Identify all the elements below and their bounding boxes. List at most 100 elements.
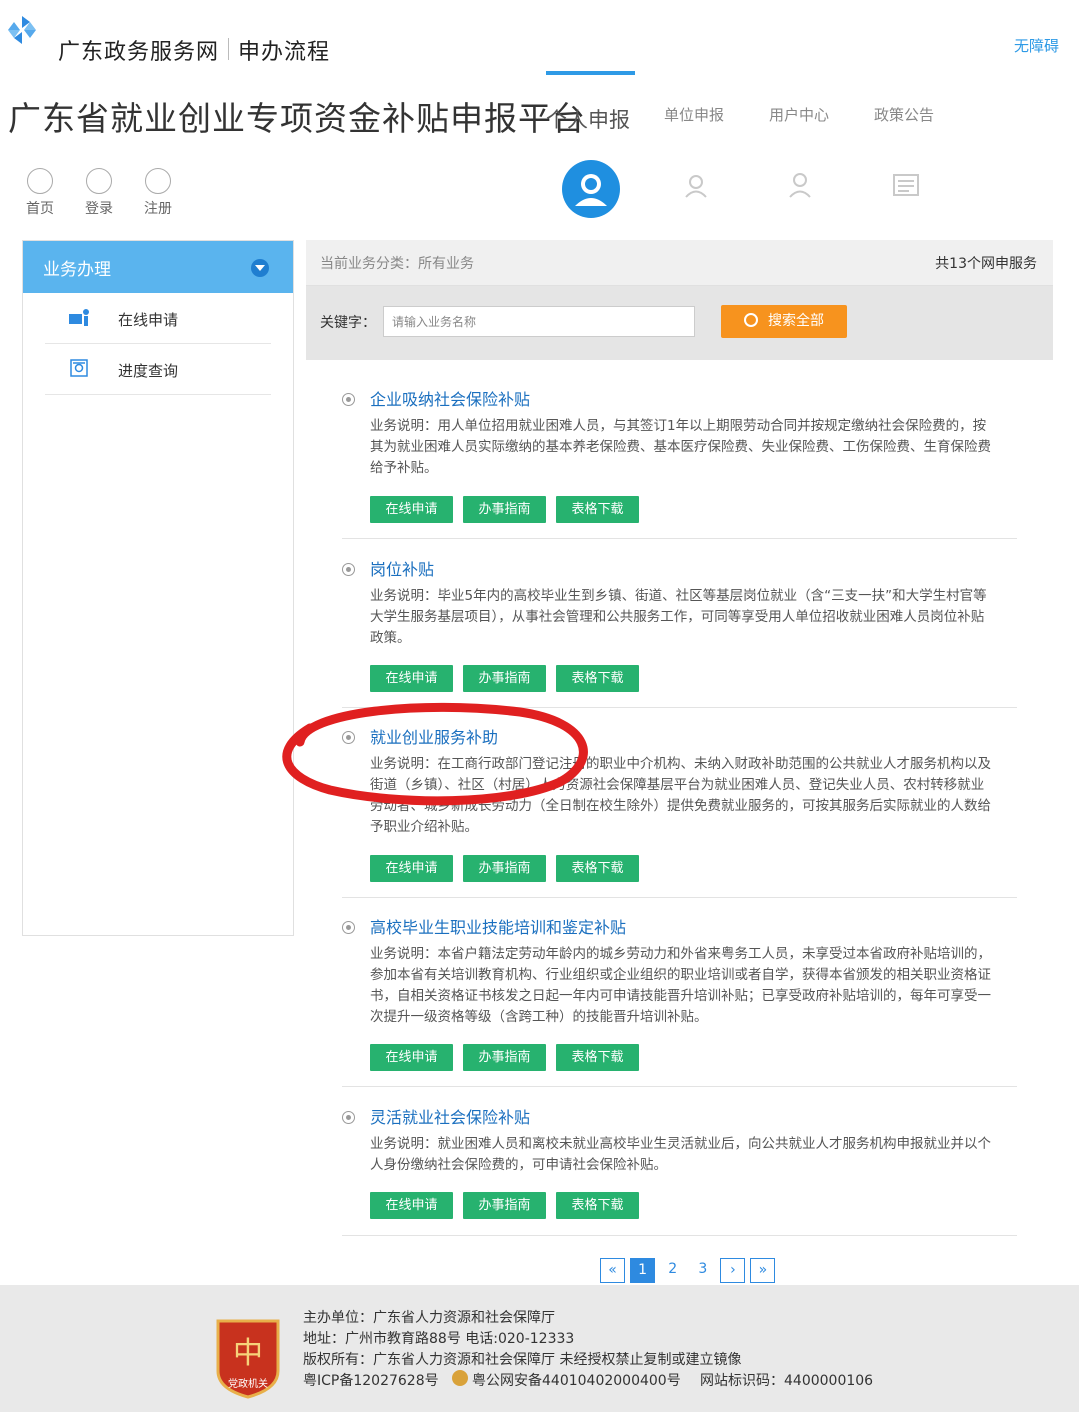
quick-link-label: 注册 xyxy=(144,201,172,217)
service-title[interactable]: 企业吸纳社会保险补贴 xyxy=(370,386,530,410)
service-description: 业务说明：在工商行政部门登记注册的职业中介机构、未纳入财政补助范围的公共就业人才… xyxy=(370,756,991,835)
guide-button[interactable]: 办事指南 xyxy=(463,496,546,523)
pager-next-button[interactable]: › xyxy=(720,1258,746,1283)
quick-link-register[interactable]: 注册 xyxy=(138,168,178,218)
guide-button[interactable]: 办事指南 xyxy=(463,1192,546,1219)
apply-online-button[interactable]: 在线申请 xyxy=(370,1044,453,1071)
pager-page-2[interactable]: 2 xyxy=(660,1258,685,1283)
active-tab-indicator xyxy=(546,71,635,75)
service-actions: 在线申请 办事指南 表格下载 xyxy=(370,496,649,523)
service-actions: 在线申请 办事指南 表格下载 xyxy=(370,665,649,692)
search-button[interactable]: 搜索全部 xyxy=(721,305,847,338)
site-name[interactable]: 广东政务服务网 xyxy=(58,34,219,66)
service-item: 灵活就业社会保险补贴 业务说明：就业困难人员和离校未就业高校毕业生灵活就业后，向… xyxy=(342,1104,1017,1236)
pagination: « 1 2 3 › » xyxy=(600,1258,776,1283)
service-item: 高校毕业生职业技能培训和鉴定补贴 业务说明：本省户籍法定劳动年龄内的城乡劳动力和… xyxy=(342,914,1017,1087)
service-title[interactable]: 就业创业服务补助 xyxy=(370,724,498,748)
quick-link-login[interactable]: 登录 xyxy=(79,168,119,218)
tab-user-center[interactable]: 用户中心 xyxy=(769,104,829,125)
sidebar-title: 业务办理 xyxy=(43,260,111,280)
category-bar: 当前业务分类：所有业务 共13个网申服务 xyxy=(306,240,1053,286)
search-button-label: 搜索全部 xyxy=(768,313,824,329)
apply-online-button[interactable]: 在线申请 xyxy=(370,496,453,523)
platform-title: 广东省就业创业专项资金补贴申报平台 xyxy=(8,99,586,138)
pager-page-3[interactable]: 3 xyxy=(690,1258,715,1283)
download-form-button[interactable]: 表格下载 xyxy=(556,496,639,523)
svg-text:党政机关: 党政机关 xyxy=(228,1377,268,1390)
sidebar-item-label: 进度查询 xyxy=(118,362,179,380)
sidebar-item-apply[interactable]: 在线申请 xyxy=(45,293,271,344)
footer-address: 地址：广州市教育路88号 电话:020-12333 xyxy=(303,1331,575,1347)
accessibility-link[interactable]: 无障碍 xyxy=(1014,35,1059,56)
police-badge-icon xyxy=(452,1370,468,1386)
service-count: 共13个网申服务 xyxy=(935,256,1037,272)
government-emblem-icon[interactable]: 中 党政机关 xyxy=(214,1317,282,1399)
lock-icon xyxy=(86,168,112,194)
footer-police-record[interactable]: 粤公网安备44010402000400号 xyxy=(472,1370,681,1390)
search-bar: 关键字： 搜索全部 xyxy=(306,286,1053,360)
guide-button[interactable]: 办事指南 xyxy=(463,665,546,692)
service-description: 业务说明：就业困难人员和离校未就业高校毕业生灵活就业后，向公共就业人才服务机构申… xyxy=(370,1136,991,1173)
section-title: 申办流程 xyxy=(238,40,331,65)
title-divider xyxy=(228,38,229,60)
service-title[interactable]: 灵活就业社会保险补贴 xyxy=(370,1104,530,1128)
footer-site-code: 网站标识码：4400000106 xyxy=(700,1373,874,1389)
footer-sponsor: 主办单位：广东省人力资源和社会保障厅 xyxy=(303,1310,555,1326)
download-form-button[interactable]: 表格下载 xyxy=(556,1192,639,1219)
pager-page-1[interactable]: 1 xyxy=(630,1258,656,1283)
policy-icon[interactable] xyxy=(891,170,921,200)
keyword-label: 关键字： xyxy=(320,315,376,331)
service-actions: 在线申请 办事指南 表格下载 xyxy=(370,1044,649,1071)
service-description: 业务说明：本省户籍法定劳动年龄内的城乡劳动力和外省来粤务工人员，未享受过本省政府… xyxy=(370,946,991,1025)
tab-personal[interactable]: 个人申报 xyxy=(546,104,630,134)
search-input[interactable] xyxy=(383,306,695,337)
quick-link-label: 登录 xyxy=(85,201,113,217)
service-actions: 在线申请 办事指南 表格下载 xyxy=(370,855,649,882)
chevron-down-icon[interactable] xyxy=(251,259,269,277)
sidebar-header[interactable]: 业务办理 xyxy=(23,241,293,293)
apply-online-button[interactable]: 在线申请 xyxy=(370,855,453,882)
download-form-button[interactable]: 表格下载 xyxy=(556,855,639,882)
category-label: 当前业务分类：所有业务 xyxy=(320,256,474,272)
apply-online-button[interactable]: 在线申请 xyxy=(370,665,453,692)
quick-link-home[interactable]: 首页 xyxy=(20,168,60,218)
bullet-icon xyxy=(342,921,355,934)
bullet-icon xyxy=(342,563,355,576)
sidebar: 业务办理 在线申请 进度查询 xyxy=(22,240,294,936)
guide-button[interactable]: 办事指南 xyxy=(463,855,546,882)
user-center-icon[interactable] xyxy=(786,170,816,200)
sidebar-item-query[interactable]: 进度查询 xyxy=(45,344,271,395)
service-item: 企业吸纳社会保险补贴 业务说明：用人单位招用就业困难人员，与其签订1年以上期限劳… xyxy=(342,386,1017,539)
home-icon xyxy=(27,168,53,194)
bullet-icon xyxy=(342,393,355,406)
service-title[interactable]: 岗位补贴 xyxy=(370,556,434,580)
service-item: 岗位补贴 业务说明：毕业5年内的高校毕业生到乡镇、街道、社区等基层岗位就业（含“… xyxy=(342,556,1017,708)
service-description: 业务说明：用人单位招用就业困难人员，与其签订1年以上期限劳动合同并按规定缴纳社会… xyxy=(370,418,991,476)
service-item: 就业创业服务补助 业务说明：在工商行政部门登记注册的职业中介机构、未纳入财政补助… xyxy=(342,724,1017,898)
pager-first-button[interactable]: « xyxy=(600,1258,625,1283)
quick-link-label: 首页 xyxy=(26,201,54,217)
service-title[interactable]: 高校毕业生职业技能培训和鉴定补贴 xyxy=(370,914,626,938)
apply-icon xyxy=(69,309,89,326)
guide-button[interactable]: 办事指南 xyxy=(463,1044,546,1071)
service-description: 业务说明：毕业5年内的高校毕业生到乡镇、街道、社区等基层岗位就业（含“三支一扶”… xyxy=(370,588,987,646)
svg-text:中: 中 xyxy=(233,1336,263,1371)
tab-unit[interactable]: 单位申报 xyxy=(664,104,724,125)
tab-policy[interactable]: 政策公告 xyxy=(874,104,934,125)
download-form-button[interactable]: 表格下载 xyxy=(556,665,639,692)
download-form-button[interactable]: 表格下载 xyxy=(556,1044,639,1071)
pager-last-button[interactable]: » xyxy=(750,1258,776,1283)
bullet-icon xyxy=(342,731,355,744)
edit-icon xyxy=(145,168,171,194)
footer-icp[interactable]: 粤ICP备12027628号 xyxy=(303,1370,439,1390)
personal-avatar-icon[interactable] xyxy=(562,160,620,218)
footer-copyright: 版权所有：广东省人力资源和社会保障厅 未经授权禁止复制或建立镜像 xyxy=(303,1352,742,1368)
bullet-icon xyxy=(342,1111,355,1124)
sidebar-item-label: 在线申请 xyxy=(118,311,179,329)
unit-icon[interactable] xyxy=(681,170,711,200)
search-icon xyxy=(744,313,758,327)
apply-online-button[interactable]: 在线申请 xyxy=(370,1192,453,1219)
query-icon xyxy=(70,359,88,377)
site-logo-icon[interactable] xyxy=(6,14,38,46)
service-actions: 在线申请 办事指南 表格下载 xyxy=(370,1192,649,1219)
